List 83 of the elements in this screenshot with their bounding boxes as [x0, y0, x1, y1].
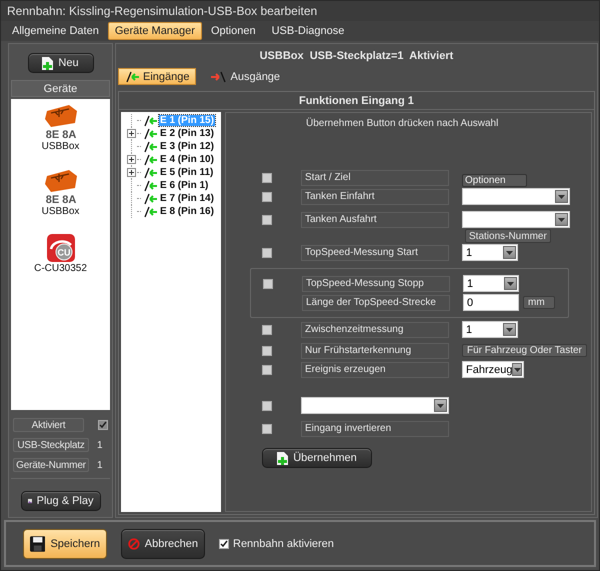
note-label: Für Fahrzeug Oder Taster: [462, 344, 587, 357]
switch-arrow-icon: [142, 154, 158, 166]
property-value: 1: [97, 460, 103, 470]
property-label: Aktiviert: [13, 418, 84, 432]
switch-arrow-icon: [142, 114, 158, 126]
tree-item[interactable]: E 8 (Pin 16): [159, 206, 215, 217]
length-input[interactable]: 0: [463, 294, 519, 311]
checkbox[interactable]: [262, 346, 272, 356]
switch-arrow-icon: [210, 70, 228, 82]
dropdown[interactable]: 1: [462, 244, 518, 261]
save-icon: [30, 534, 46, 554]
checkbox[interactable]: [262, 172, 272, 182]
option-label: TopSpeed-Messung Stopp: [302, 276, 450, 292]
dropdown[interactable]: [462, 211, 570, 228]
add-document-icon: [277, 452, 288, 464]
devices-header: Geräte: [11, 80, 110, 97]
property-value: 1: [97, 440, 103, 450]
checkbox[interactable]: [262, 248, 272, 258]
option-label: Tanken Einfahrt: [301, 188, 449, 204]
dropdown[interactable]: 1: [462, 321, 518, 338]
menu-tab[interactable]: Geräte Manager: [108, 22, 202, 40]
tree-item[interactable]: E 6 (Pin 1): [159, 180, 210, 191]
tree-item[interactable]: E 2 (Pin 13): [159, 128, 215, 139]
option-label: Eingang invertieren: [301, 420, 449, 436]
option-label: Ereignis erzeugen: [301, 362, 449, 378]
dropdown[interactable]: [301, 397, 449, 414]
plug-and-play-button[interactable]: Plug & Play: [20, 491, 100, 511]
option-label: Start / Ziel: [301, 170, 449, 186]
dropdown[interactable]: 1: [463, 275, 519, 292]
checkbox[interactable]: [262, 364, 272, 374]
new-button[interactable]: Neu: [28, 53, 94, 73]
checkbox[interactable]: [262, 192, 272, 202]
save-button[interactable]: Speichern: [23, 528, 107, 558]
tree-item[interactable]: E 7 (Pin 14): [159, 193, 215, 204]
option-label: TopSpeed-Messung Start: [301, 244, 449, 260]
switch-arrow-icon: [142, 128, 158, 140]
device-label[interactable]: USBBox: [42, 206, 80, 217]
menu-tab[interactable]: Allgemeine Daten: [5, 22, 106, 40]
property-label: USB-Steckplatz: [13, 438, 89, 452]
checkbox[interactable]: [262, 324, 272, 334]
checkbox[interactable]: [263, 278, 273, 288]
tab[interactable]: Ausgänge: [204, 68, 286, 85]
tree-item[interactable]: E 3 (Pin 12): [159, 141, 215, 152]
checkbox[interactable]: [262, 424, 272, 434]
hint-text: Übernehmen Button drücken nach Auswahl: [305, 118, 500, 131]
menu-tab[interactable]: USB-Diagnose: [264, 22, 352, 40]
checkbox-label: Rennbahn aktivieren: [233, 538, 334, 550]
cancel-button[interactable]: Abbrechen: [121, 528, 205, 558]
checkbox[interactable]: [98, 420, 108, 430]
switch-arrow-icon: [142, 180, 158, 192]
section-title: Funktionen Eingang 1: [119, 92, 594, 110]
switch-arrow-icon: [142, 206, 158, 218]
expand-icon[interactable]: [127, 155, 136, 164]
switch-arrow-icon: [142, 166, 158, 178]
switch-arrow-icon: [142, 140, 158, 152]
menu-tab[interactable]: Optionen: [204, 22, 263, 40]
option-label: Tanken Ausfahrt: [301, 212, 449, 228]
option-label: Länge der TopSpeed-Strecke: [302, 294, 450, 310]
tab[interactable]: Eingänge: [118, 68, 196, 85]
expand-icon[interactable]: [127, 168, 136, 177]
switch-arrow-icon: [124, 70, 140, 82]
add-document-icon: [42, 56, 54, 70]
checkbox[interactable]: [219, 538, 229, 548]
dropdown[interactable]: [462, 188, 570, 205]
device-label[interactable]: C-CU30352: [34, 263, 87, 274]
caption-label: Stations-Nummer: [465, 229, 551, 243]
window-title: Rennbahn: Kissling-Regensimulation-USB-Box bearbeiten: [1, 1, 599, 21]
option-label: Nur Frühstarterkennung: [301, 342, 449, 358]
dropdown[interactable]: Fahrzeug: [462, 361, 524, 378]
tree-item[interactable]: E 4 (Pin 10): [159, 154, 215, 165]
property-label: Geräte-Nummer: [13, 458, 89, 472]
checkbox[interactable]: [262, 400, 272, 410]
device-label[interactable]: USBBox: [42, 141, 80, 152]
expand-icon[interactable]: [127, 129, 136, 138]
switch-arrow-icon: [142, 192, 158, 204]
control-unit-icon: CU: [46, 233, 76, 263]
option-label: Zwischenzeitmessung: [301, 322, 449, 338]
checkbox[interactable]: [262, 214, 272, 224]
unit-label: mm: [523, 296, 555, 309]
options-button[interactable]: Optionen: [462, 174, 527, 186]
tree-item[interactable]: E 5 (Pin 11): [159, 167, 214, 178]
device-header: USBBox USB-Steckplatz=1 Aktiviert: [258, 49, 454, 64]
apply-button[interactable]: Übernehmen: [262, 448, 372, 468]
